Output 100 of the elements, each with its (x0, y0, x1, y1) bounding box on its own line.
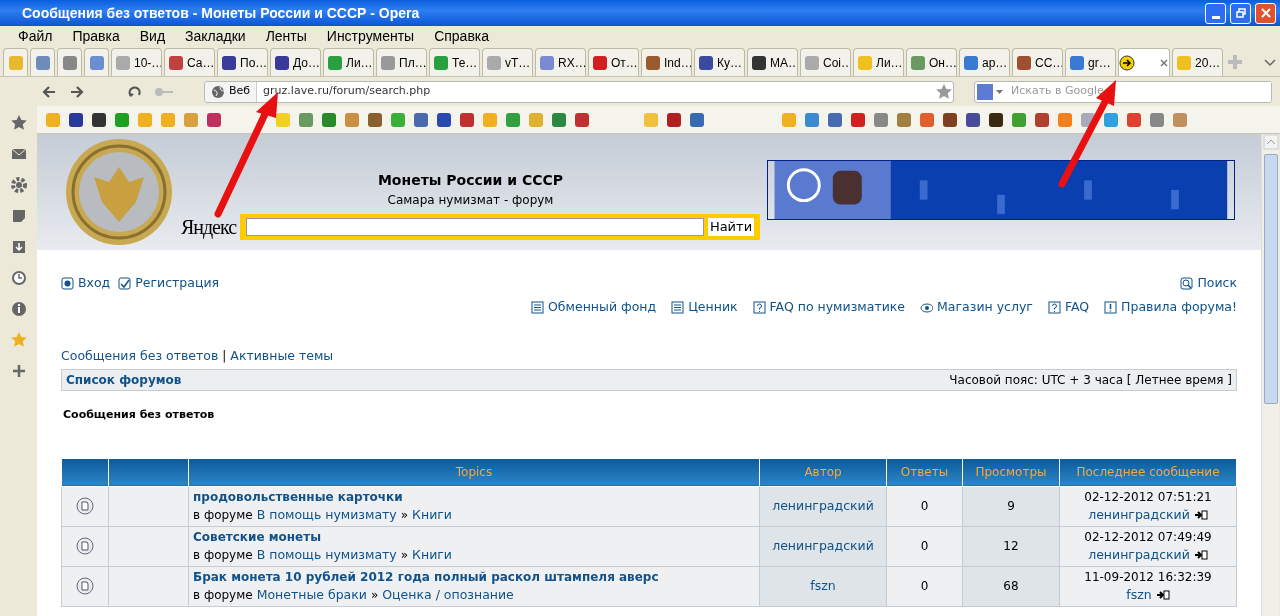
bookmark-icon[interactable] (988, 111, 1004, 128)
web-button[interactable]: Веб (205, 81, 258, 102)
browser-tab[interactable]: СС… (1012, 48, 1063, 76)
search-bar[interactable]: Искать в Google (974, 80, 1272, 103)
nav-link[interactable]: Вход (61, 274, 111, 293)
site-icon (698, 54, 714, 71)
quick-link[interactable]: Сообщения без ответов (61, 346, 219, 366)
view-latest-icon[interactable] (1155, 589, 1170, 602)
star-icon[interactable] (935, 82, 953, 101)
nav-link[interactable]: Регистрация (118, 274, 220, 293)
browser-tab[interactable]: По… (217, 48, 268, 76)
site-icon (645, 54, 661, 71)
view-latest-icon[interactable] (1193, 509, 1208, 522)
browser-tab[interactable]: Coi… (800, 48, 851, 76)
bookmarks-icon[interactable] (9, 114, 28, 132)
bookmark-icon[interactable] (436, 111, 452, 128)
forum-link[interactable]: В помощь нумизмату (256, 505, 397, 525)
bookmark-icon[interactable] (68, 111, 84, 128)
separator-text: » (370, 586, 379, 604)
bookmark-icon[interactable] (965, 111, 981, 128)
browser-tab[interactable]: gr… (1065, 48, 1116, 76)
menu-item[interactable]: Правка (62, 26, 130, 47)
bookmark-icon[interactable] (91, 111, 107, 128)
site-icon (1176, 54, 1192, 71)
star-icon[interactable] (9, 331, 28, 349)
globe-icon (211, 84, 225, 99)
browser-tab[interactable]: ар… (959, 48, 1010, 76)
topic-icon (76, 497, 94, 516)
topic-link[interactable]: Брак монета 10 рублей 2012 года полный раскол штампеля аверс (193, 567, 751, 586)
scrollbar[interactable] (1261, 134, 1279, 616)
forum-link[interactable]: Монетные браки (256, 585, 367, 605)
history-icon[interactable] (9, 269, 28, 287)
author-link[interactable]: ленинградский (772, 497, 874, 513)
info-icon[interactable] (9, 300, 28, 318)
forum-link[interactable]: Оценка / опознание (382, 585, 514, 605)
nav-link[interactable]: Обменный фонд (531, 297, 657, 317)
scroll-up-icon[interactable] (1262, 134, 1279, 150)
menu-item[interactable]: Вид (129, 26, 176, 47)
browser-tab[interactable]: До… (270, 48, 321, 76)
browser-tab[interactable]: 10-… (111, 48, 162, 76)
close-button[interactable] (1255, 2, 1276, 24)
browser-tab[interactable]: MA… (747, 48, 798, 76)
browser-tab[interactable]: Са… (164, 48, 215, 76)
site-icon (1119, 54, 1135, 71)
address-bar[interactable]: Веб gruz.lave.ru/forum/search.php (204, 80, 954, 103)
browser-tab[interactable]: Ind… (641, 48, 692, 76)
settings-icon[interactable] (9, 176, 28, 194)
topic-link[interactable]: продовольственные карточки (193, 487, 751, 506)
forum-link[interactable]: Книги (412, 545, 452, 565)
site-icon (592, 54, 608, 71)
search-input[interactable] (246, 218, 704, 236)
author-link[interactable]: ленинградский (1088, 545, 1190, 565)
nav-link[interactable]: Правила форума! (1104, 297, 1237, 317)
post-time: 11-09-2012 16:32:39 (1083, 568, 1213, 586)
close-icon[interactable] (1159, 57, 1169, 68)
browser-tab[interactable]: Ку… (694, 48, 745, 76)
quick-link[interactable]: Активные темы (230, 346, 334, 366)
browser-tab[interactable] (57, 48, 82, 76)
browser-tab[interactable]: Те… (429, 48, 480, 76)
browser-tab[interactable]: От… (588, 48, 639, 76)
google-icon (975, 82, 1005, 101)
menu-item[interactable]: Закладки (175, 26, 256, 47)
browser-tab[interactable]: Ли… (853, 48, 904, 76)
menu-item[interactable]: Файл (8, 26, 63, 47)
browser-tab[interactable]: Он… (906, 48, 957, 76)
nav-link[interactable]: FAQ по нумизматике (752, 297, 906, 317)
menu-item[interactable]: Инструменты (316, 26, 425, 47)
search-button[interactable]: Найти (707, 218, 755, 236)
browser-tab[interactable]: 20… (1172, 48, 1223, 76)
forum-link[interactable]: В помощь нумизмату (256, 545, 397, 565)
nav-link[interactable]: Магазин услуг (920, 297, 1033, 317)
separator-text: | (222, 347, 227, 365)
browser-tab[interactable] (30, 48, 55, 76)
nav-link[interactable]: FAQ (1047, 297, 1090, 317)
site-icon (539, 54, 555, 71)
menu-item[interactable]: Справка (424, 26, 500, 47)
nav-link[interactable]: Ценник (671, 297, 738, 317)
checkbox-icon (118, 276, 132, 290)
forum-link[interactable]: Книги (412, 505, 452, 525)
minimize-button[interactable] (1205, 2, 1226, 24)
search-link[interactable]: Поиск (1180, 274, 1237, 293)
view-latest-icon[interactable] (1193, 549, 1208, 562)
bookmark-icon[interactable] (942, 111, 958, 128)
restore-button[interactable] (1230, 2, 1251, 24)
author-link[interactable]: ленинградский (1088, 505, 1190, 525)
menu-item[interactable]: Ленты (255, 26, 317, 47)
author-link[interactable]: fszn (810, 577, 836, 593)
author-link[interactable]: fszn (1126, 585, 1152, 605)
browser-tab[interactable] (1118, 48, 1170, 76)
browser-tab[interactable]: Ли… (323, 48, 374, 76)
author-link[interactable]: ленинградский (772, 537, 874, 553)
topic-link[interactable]: Советские монеты (193, 527, 751, 546)
bookmark-icon[interactable] (666, 111, 682, 128)
site-icon (857, 54, 873, 71)
site-icon (88, 54, 105, 71)
scrollbar-thumb[interactable] (1263, 154, 1278, 404)
breadcrumb-link[interactable]: Список форумов (66, 371, 182, 390)
browser-tab[interactable]: vT… (482, 48, 533, 76)
browser-tab[interactable]: Пл… (376, 48, 427, 76)
browser-tab[interactable]: RX… (535, 48, 586, 76)
